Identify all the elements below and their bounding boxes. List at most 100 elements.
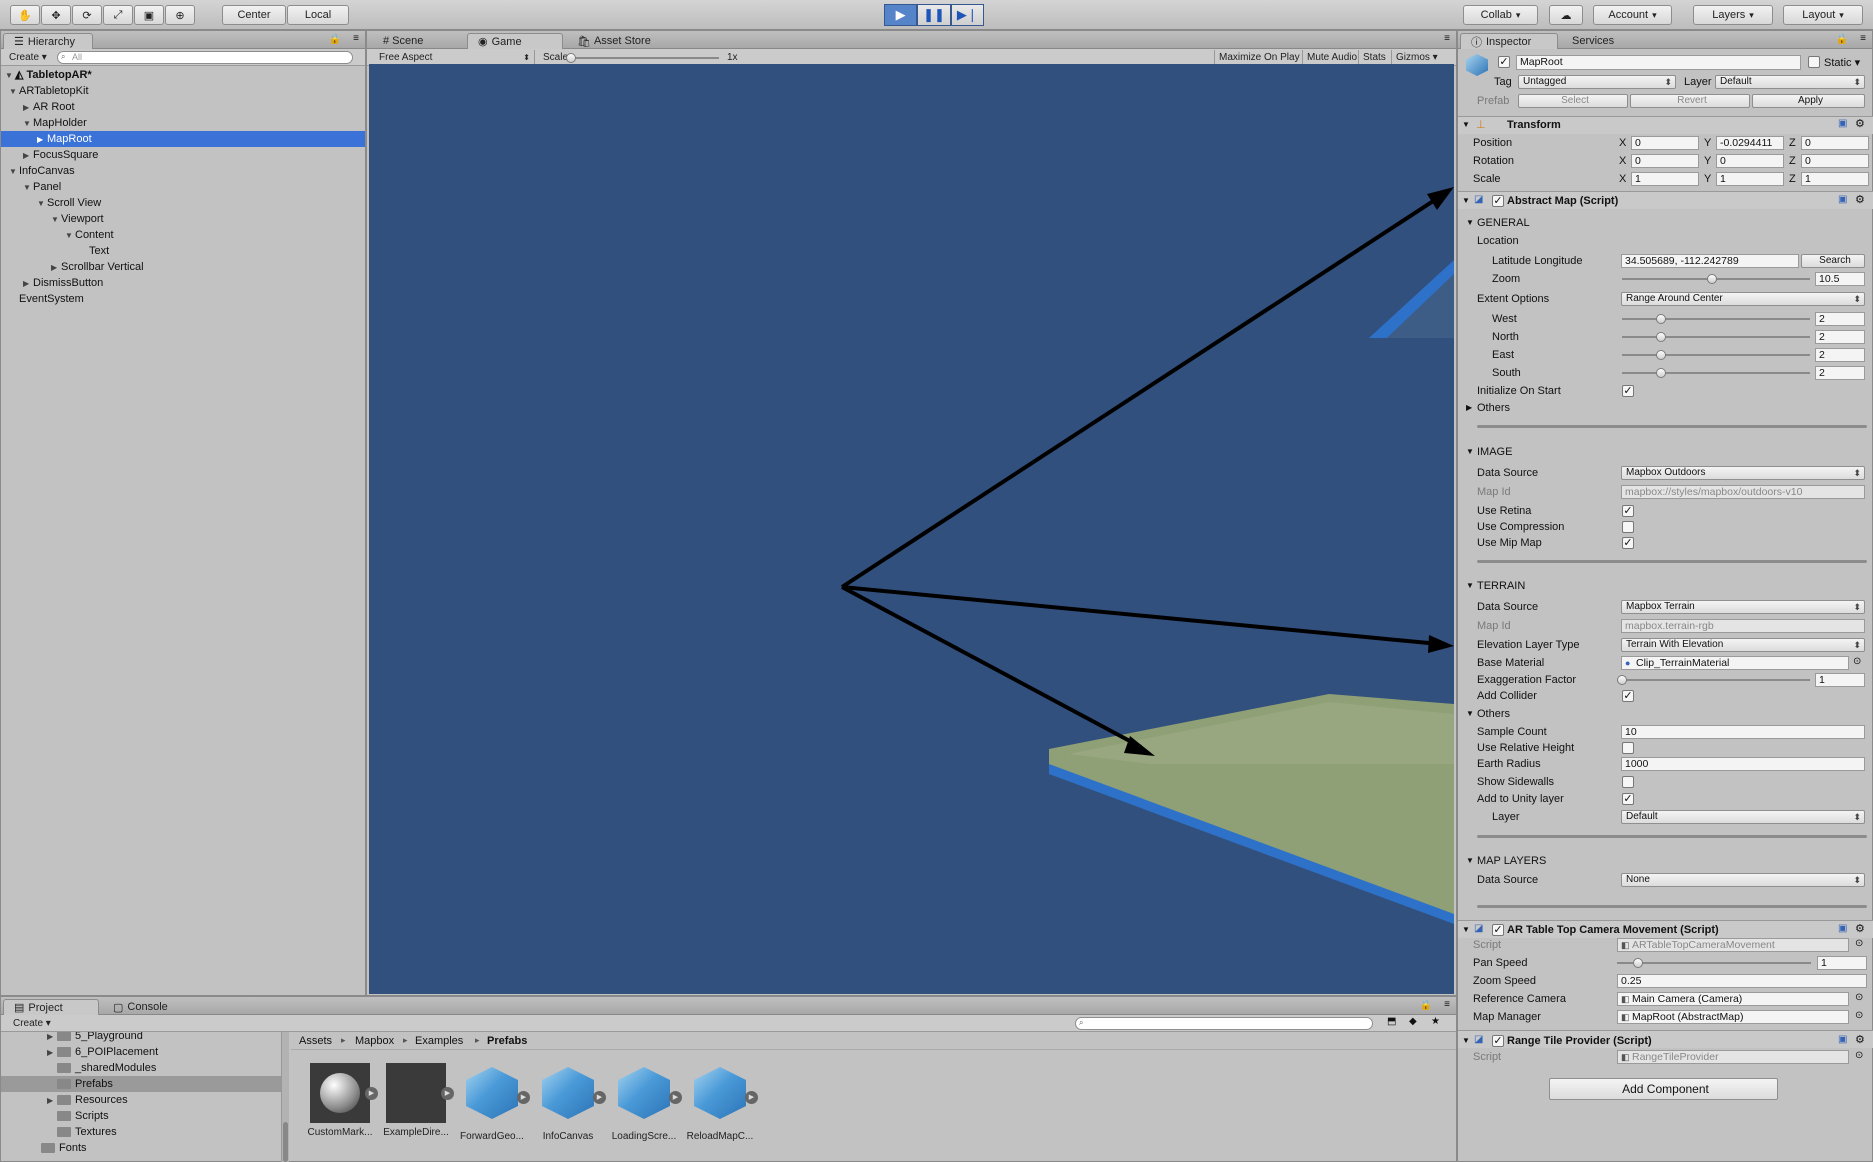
- rotation-x-field[interactable]: 0: [1631, 154, 1699, 168]
- terrain-layer-dropdown[interactable]: Default: [1621, 810, 1865, 824]
- collapse-triangle-icon[interactable]: ▶: [37, 132, 47, 148]
- object-name-field[interactable]: MapRoot: [1516, 55, 1801, 70]
- hierarchy-item[interactable]: ▼ MapHolder: [1, 115, 365, 131]
- collapse-triangle-icon[interactable]: ▼: [1466, 856, 1474, 865]
- sample-count-field[interactable]: 10: [1621, 725, 1865, 739]
- cloud-button[interactable]: ☁: [1549, 5, 1583, 25]
- exaggeration-slider-track[interactable]: [1622, 679, 1810, 681]
- init-on-start-checkbox[interactable]: ✓: [1622, 385, 1634, 397]
- tab-hierarchy[interactable]: ☰ Hierarchy: [3, 33, 93, 49]
- rotation-y-field[interactable]: 0: [1716, 154, 1784, 168]
- hierarchy-item[interactable]: ▼ Viewport: [1, 211, 365, 227]
- layer-dropdown[interactable]: Default: [1715, 75, 1865, 89]
- collapse-triangle-icon[interactable]: ▶: [23, 276, 33, 292]
- collapse-triangle-icon[interactable]: ▼: [1466, 218, 1474, 227]
- gear-icon[interactable]: ⚙: [1855, 922, 1865, 935]
- panel-menu-icon[interactable]: ≡: [1444, 999, 1450, 1010]
- collapse-triangle-icon[interactable]: ▼: [1462, 196, 1470, 205]
- project-folder-item[interactable]: Scripts: [1, 1108, 281, 1124]
- expand-triangle-icon[interactable]: ▼: [23, 116, 33, 132]
- latlon-field[interactable]: 34.505689, -112.242789: [1621, 254, 1799, 268]
- help-book-icon[interactable]: ▣: [1838, 923, 1847, 934]
- terrain-data-source-dropdown[interactable]: Mapbox Terrain: [1621, 600, 1865, 614]
- axis-y-label[interactable]: Y: [1704, 155, 1711, 167]
- collapse-triangle-icon[interactable]: ▶: [1466, 403, 1472, 412]
- scene-root[interactable]: ▼ ◭ TabletopAR*: [1, 67, 365, 83]
- scale-slider-handle[interactable]: [566, 53, 576, 63]
- step-button[interactable]: ▶❘: [950, 4, 984, 26]
- favorite-star-icon[interactable]: ★: [1431, 1016, 1440, 1027]
- add-unity-layer-checkbox[interactable]: ✓: [1622, 793, 1634, 805]
- south-slider-track[interactable]: [1622, 372, 1810, 374]
- position-x-field[interactable]: 0: [1631, 136, 1699, 150]
- asset-item[interactable]: ▶ ForwardGeo...: [458, 1063, 530, 1142]
- hierarchy-item[interactable]: EventSystem: [1, 291, 365, 307]
- tab-services[interactable]: Services: [1562, 33, 1632, 49]
- collapse-triangle-icon[interactable]: ▶: [23, 148, 33, 164]
- help-book-icon[interactable]: ▣: [1838, 194, 1847, 205]
- elevation-layer-type-dropdown[interactable]: Terrain With Elevation: [1621, 638, 1865, 652]
- lock-icon[interactable]: 🔒: [329, 34, 341, 45]
- image-map-id-field[interactable]: mapbox://styles/mapbox/outdoors-v10: [1621, 485, 1865, 499]
- axis-x-label[interactable]: X: [1619, 173, 1626, 185]
- scale-z-field[interactable]: 1: [1801, 172, 1869, 186]
- tab-inspector[interactable]: ⓘ Inspector: [1460, 33, 1558, 49]
- object-picker-icon[interactable]: ⊙: [1855, 1050, 1863, 1061]
- axis-z-label[interactable]: Z: [1789, 137, 1796, 149]
- collapse-triangle-icon[interactable]: ▼: [1462, 120, 1470, 129]
- tag-dropdown[interactable]: Untagged: [1518, 75, 1676, 89]
- scale-y-field[interactable]: 1: [1716, 172, 1784, 186]
- object-picker-icon[interactable]: ⊙: [1853, 656, 1861, 667]
- gear-icon[interactable]: ⚙: [1855, 1033, 1865, 1046]
- project-folder-item[interactable]: Prefabs: [1, 1076, 281, 1092]
- collapse-triangle-icon[interactable]: ▶: [23, 100, 33, 116]
- folder-scrollbar[interactable]: [281, 1032, 289, 1162]
- lock-icon[interactable]: 🔒: [1836, 34, 1848, 45]
- collapse-triangle-icon[interactable]: ▼: [1466, 447, 1474, 456]
- position-z-field[interactable]: 0: [1801, 136, 1869, 150]
- range-tile-enabled-checkbox[interactable]: ✓: [1492, 1035, 1504, 1047]
- help-book-icon[interactable]: ▣: [1838, 1034, 1847, 1045]
- add-component-button[interactable]: Add Component: [1549, 1078, 1778, 1100]
- expand-triangle-icon[interactable]: ▼: [5, 68, 15, 84]
- project-folder-item[interactable]: Textures: [1, 1124, 281, 1140]
- axis-z-label[interactable]: Z: [1789, 155, 1796, 167]
- tab-asset-store[interactable]: 🛍 Asset Store: [567, 33, 677, 49]
- base-material-field[interactable]: Clip_TerrainMaterial: [1621, 656, 1849, 670]
- scale-slider-track[interactable]: [569, 57, 719, 59]
- static-checkbox[interactable]: [1808, 56, 1820, 68]
- expand-triangle-icon[interactable]: ▼: [65, 228, 75, 244]
- north-slider-track[interactable]: [1622, 336, 1810, 338]
- help-book-icon[interactable]: ▣: [1838, 118, 1847, 129]
- breadcrumb-prefabs[interactable]: Prefabs: [487, 1035, 527, 1047]
- lock-icon[interactable]: 🔒: [1420, 1000, 1432, 1011]
- asset-item[interactable]: ▶ CustomMark...: [306, 1063, 378, 1138]
- terrain-map-id-field[interactable]: mapbox.terrain-rgb: [1621, 619, 1865, 633]
- scrollbar-thumb[interactable]: [283, 1122, 288, 1162]
- hand-tool-icon[interactable]: ✋: [10, 5, 40, 25]
- zoom-value-field[interactable]: 10.5: [1815, 272, 1865, 286]
- asset-item[interactable]: ▶ LoadingScre...: [610, 1063, 682, 1142]
- hierarchy-item[interactable]: ▼ ARTabletopKit: [1, 83, 365, 99]
- earth-radius-field[interactable]: 1000: [1621, 757, 1865, 771]
- layout-dropdown[interactable]: Layout: [1783, 5, 1863, 25]
- expand-prefab-icon[interactable]: ▶: [441, 1087, 454, 1100]
- add-collider-checkbox[interactable]: ✓: [1622, 690, 1634, 702]
- prefab-revert-button[interactable]: Revert: [1630, 94, 1750, 108]
- hierarchy-item[interactable]: ▼ Panel: [1, 179, 365, 195]
- collapse-triangle-icon[interactable]: ▼: [1466, 709, 1474, 718]
- collab-dropdown[interactable]: Collab: [1463, 5, 1538, 25]
- gear-icon[interactable]: ⚙: [1855, 117, 1865, 130]
- project-folder-item[interactable]: ▶ 6_POIPlacement: [1, 1044, 281, 1060]
- pan-speed-slider-handle[interactable]: [1633, 958, 1643, 968]
- pan-speed-field[interactable]: 1: [1817, 956, 1867, 970]
- west-slider-track[interactable]: [1622, 318, 1810, 320]
- hierarchy-item[interactable]: ▼ InfoCanvas: [1, 163, 365, 179]
- camera-movement-enabled-checkbox[interactable]: ✓: [1492, 924, 1504, 936]
- scale-tool-icon[interactable]: ⤢: [103, 5, 133, 25]
- gear-icon[interactable]: ⚙: [1855, 193, 1865, 206]
- project-folder-item[interactable]: ▶ Resources: [1, 1092, 281, 1108]
- hierarchy-item[interactable]: ▼ Content: [1, 227, 365, 243]
- space-local-button[interactable]: Local: [287, 5, 349, 25]
- north-value-field[interactable]: 2: [1815, 330, 1865, 344]
